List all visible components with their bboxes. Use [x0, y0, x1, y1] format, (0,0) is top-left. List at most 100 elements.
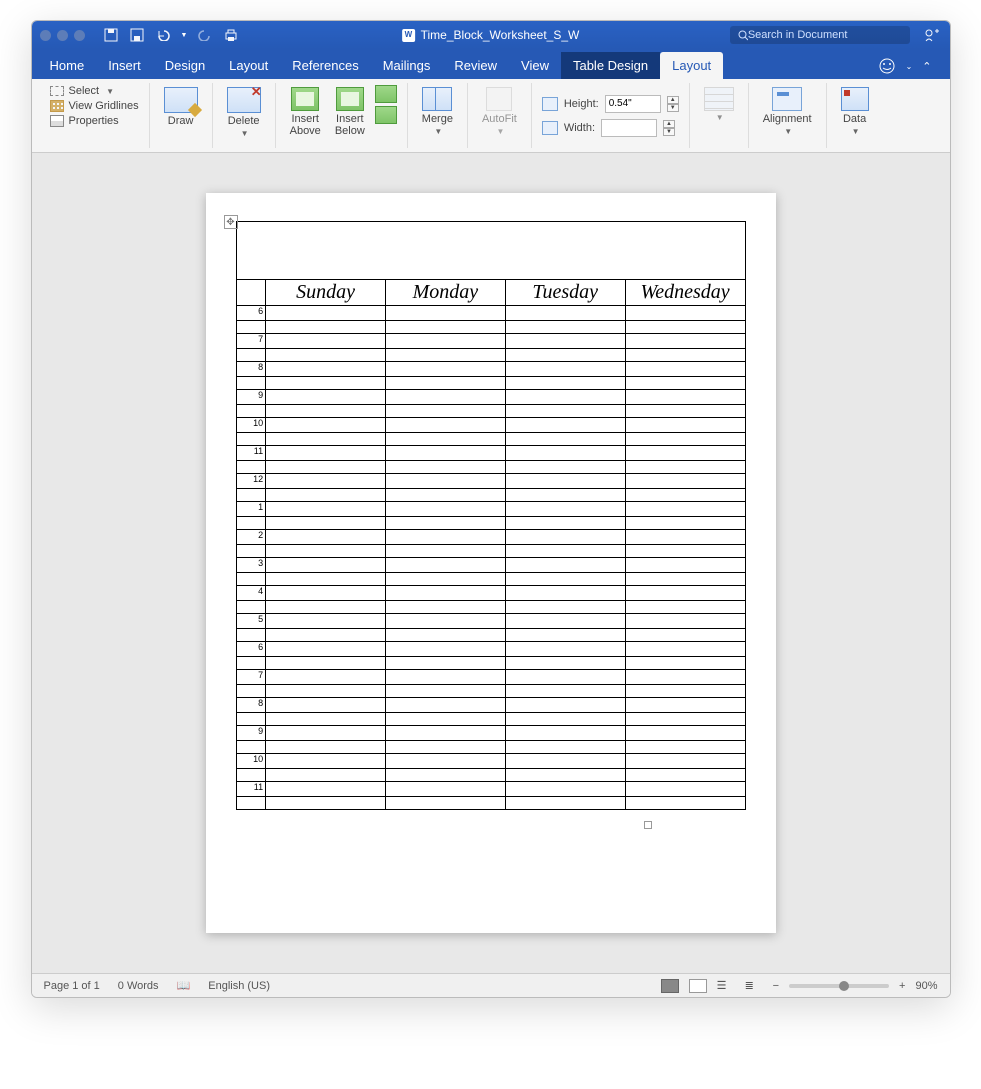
- spellcheck-icon[interactable]: 📖: [177, 979, 191, 992]
- table-row[interactable]: [236, 601, 745, 614]
- alignment-button[interactable]: Alignment▼: [759, 85, 816, 138]
- language-indicator[interactable]: English (US): [208, 980, 270, 992]
- delete-button[interactable]: Delete▼: [223, 85, 265, 140]
- table-row[interactable]: 6: [236, 306, 745, 321]
- table-row[interactable]: [236, 741, 745, 754]
- table-row[interactable]: [236, 573, 745, 586]
- draft-view-icon[interactable]: ≣: [745, 979, 763, 993]
- table-row[interactable]: 12: [236, 474, 745, 489]
- table-row[interactable]: [236, 545, 745, 558]
- tab-table-design[interactable]: Table Design: [561, 52, 660, 79]
- table-row[interactable]: [236, 433, 745, 446]
- table-row[interactable]: 2: [236, 530, 745, 545]
- table-row[interactable]: [236, 685, 745, 698]
- print-layout-view-icon[interactable]: [661, 979, 679, 993]
- height-input[interactable]: [605, 95, 661, 113]
- table-row[interactable]: 1: [236, 502, 745, 517]
- table-row[interactable]: 11: [236, 782, 745, 797]
- width-input[interactable]: [601, 119, 657, 137]
- table-row[interactable]: [236, 769, 745, 782]
- table-row[interactable]: 8: [236, 698, 745, 713]
- word-count[interactable]: 0 Words: [118, 980, 159, 992]
- tab-mailings[interactable]: Mailings: [371, 52, 443, 79]
- tab-insert[interactable]: Insert: [96, 52, 153, 79]
- distribute-button[interactable]: ▼: [700, 85, 738, 124]
- table-row[interactable]: 9: [236, 726, 745, 741]
- table-row[interactable]: 10: [236, 418, 745, 433]
- table-row[interactable]: [236, 377, 745, 390]
- table-row[interactable]: [236, 657, 745, 670]
- table-row[interactable]: 7: [236, 334, 745, 349]
- zoom-window-icon[interactable]: [74, 30, 85, 41]
- header-sunday[interactable]: Sunday: [266, 280, 386, 306]
- save-icon[interactable]: [129, 27, 145, 43]
- table-header-row[interactable]: Sunday Monday Tuesday Wednesday: [236, 280, 745, 306]
- data-button[interactable]: Data▼: [837, 85, 873, 138]
- table-row[interactable]: [236, 797, 745, 810]
- print-icon[interactable]: [223, 27, 239, 43]
- table-row[interactable]: 3: [236, 558, 745, 573]
- table-row[interactable]: 4: [236, 586, 745, 601]
- header-monday[interactable]: Monday: [385, 280, 505, 306]
- table-row[interactable]: [236, 349, 745, 362]
- table-row[interactable]: 10: [236, 754, 745, 769]
- redo-icon[interactable]: [197, 27, 213, 43]
- tab-layout[interactable]: Layout: [217, 52, 280, 79]
- table-row[interactable]: [236, 461, 745, 474]
- table-move-handle[interactable]: ✥: [224, 215, 238, 229]
- view-gridlines-button[interactable]: View Gridlines: [50, 100, 139, 112]
- page[interactable]: ✥ Sunday Monday Tuesday Wednesday 6 7 8 9 10…: [206, 193, 776, 933]
- close-window-icon[interactable]: [40, 30, 51, 41]
- table-row[interactable]: 11: [236, 446, 745, 461]
- width-step-up[interactable]: ▲: [663, 120, 675, 128]
- share-button[interactable]: [924, 27, 940, 43]
- tab-view[interactable]: View: [509, 52, 561, 79]
- feedback-dropdown-icon[interactable]: ⌄: [906, 62, 913, 71]
- zoom-level[interactable]: 90%: [915, 980, 937, 992]
- table-row[interactable]: 8: [236, 362, 745, 377]
- worksheet-table[interactable]: Sunday Monday Tuesday Wednesday 67891011…: [236, 221, 746, 810]
- table-row[interactable]: 6: [236, 642, 745, 657]
- table-row[interactable]: [236, 405, 745, 418]
- table-row[interactable]: [236, 489, 745, 502]
- insert-left-button[interactable]: [375, 85, 397, 103]
- autofit-button[interactable]: AutoFit▼: [478, 85, 521, 138]
- autosave-icon[interactable]: [103, 27, 119, 43]
- tab-table-layout[interactable]: Layout: [660, 52, 723, 79]
- merge-button[interactable]: Merge▼: [418, 85, 457, 138]
- feedback-icon[interactable]: [878, 57, 896, 75]
- table-row[interactable]: [236, 713, 745, 726]
- table-row[interactable]: [236, 517, 745, 530]
- table-resize-handle[interactable]: [644, 821, 652, 829]
- undo-icon[interactable]: [155, 27, 171, 43]
- outline-view-icon[interactable]: ☰: [717, 979, 735, 993]
- draw-table-button[interactable]: Draw: [160, 85, 202, 129]
- insert-above-button[interactable]: Insert Above: [286, 85, 325, 139]
- select-button[interactable]: Select▼: [50, 85, 139, 97]
- table-title-row[interactable]: [236, 222, 745, 280]
- zoom-out-button[interactable]: −: [773, 980, 779, 992]
- insert-below-button[interactable]: Insert Below: [331, 85, 369, 139]
- table-row[interactable]: 9: [236, 390, 745, 405]
- properties-button[interactable]: Properties: [50, 115, 139, 127]
- zoom-slider[interactable]: [789, 984, 889, 988]
- header-wednesday[interactable]: Wednesday: [625, 280, 745, 306]
- insert-right-button[interactable]: [375, 106, 397, 124]
- height-step-down[interactable]: ▼: [667, 104, 679, 112]
- web-layout-view-icon[interactable]: [689, 979, 707, 993]
- search-input[interactable]: [748, 29, 902, 41]
- document-area[interactable]: ✥ Sunday Monday Tuesday Wednesday 6 7 8 9 10…: [32, 153, 950, 973]
- table-row[interactable]: [236, 321, 745, 334]
- tab-review[interactable]: Review: [442, 52, 509, 79]
- tab-home[interactable]: Home: [38, 52, 97, 79]
- undo-dropdown-icon[interactable]: ▼: [181, 32, 188, 39]
- collapse-ribbon-icon[interactable]: ⌃: [922, 60, 931, 73]
- search-box[interactable]: [730, 26, 910, 44]
- zoom-in-button[interactable]: +: [899, 980, 905, 992]
- tab-references[interactable]: References: [280, 52, 370, 79]
- table-row[interactable]: 5: [236, 614, 745, 629]
- table-row[interactable]: 7: [236, 670, 745, 685]
- header-tuesday[interactable]: Tuesday: [505, 280, 625, 306]
- width-step-down[interactable]: ▼: [663, 128, 675, 136]
- table-row[interactable]: [236, 629, 745, 642]
